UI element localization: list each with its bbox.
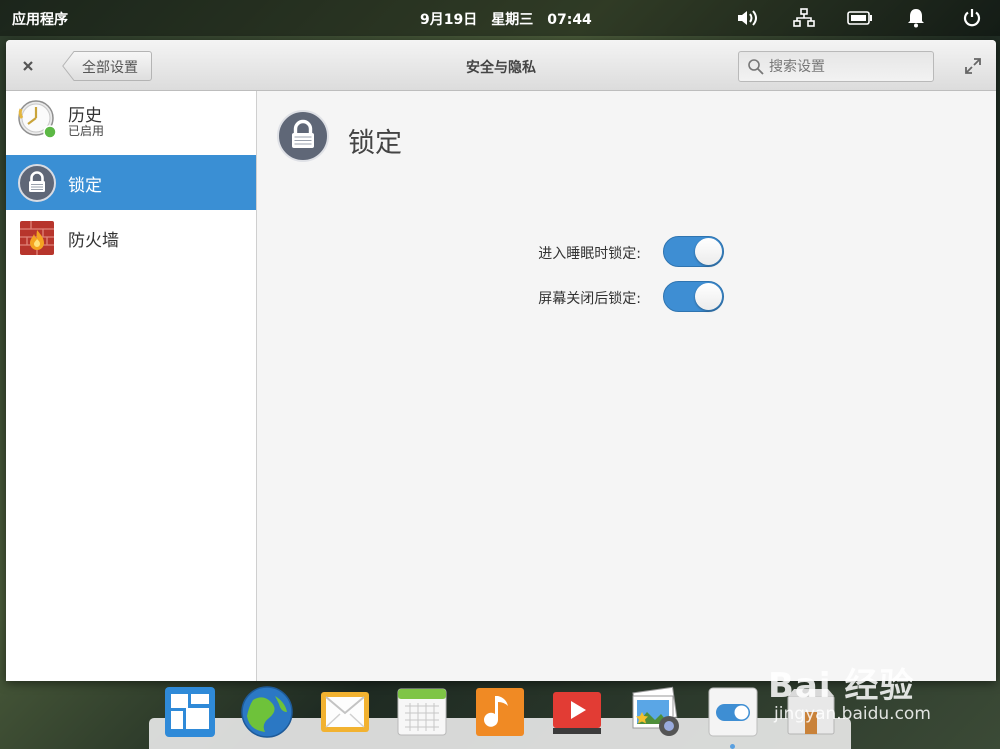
sidebar-item-label: 防火墙 [68, 231, 119, 251]
lock-on-screen-off-label: 屏幕关闭后锁定: [538, 291, 641, 307]
back-button[interactable]: 全部设置 [62, 51, 152, 81]
sidebar-item-history[interactable]: 历史 已启用 [6, 91, 256, 146]
top-panel: 应用程序 9月19日 星期三 07:44 [0, 0, 1000, 36]
search-icon [748, 59, 764, 75]
watermark: Bai 经验 jingyan.baidu.com [768, 640, 998, 730]
volume-icon[interactable] [720, 0, 776, 36]
sidebar: 历史 已启用 锁定 防火墙 [6, 91, 257, 681]
applications-menu[interactable]: 应用程序 [12, 9, 68, 29]
time-text: 07:44 [547, 12, 592, 28]
notification-bell-icon[interactable] [888, 0, 944, 36]
music-icon[interactable] [474, 686, 526, 738]
mail-icon[interactable] [319, 686, 371, 738]
maximize-icon [965, 58, 981, 74]
close-button[interactable] [18, 56, 38, 76]
network-icon[interactable] [776, 0, 832, 36]
sidebar-item-subtitle: 已启用 [68, 124, 105, 138]
photos-icon[interactable] [629, 686, 681, 738]
switch-knob [695, 238, 722, 265]
date-time-indicator[interactable]: 9月19日 星期三 07:44 [420, 9, 606, 29]
lock-icon [17, 163, 57, 203]
system-settings-icon[interactable] [707, 686, 759, 738]
close-icon [23, 61, 33, 71]
multitasking-view-icon[interactable] [164, 686, 216, 738]
window-title: 安全与隐私 [466, 60, 536, 76]
search-input[interactable] [769, 56, 929, 78]
power-icon[interactable] [944, 0, 1000, 36]
settings-window: 全部设置 安全与隐私 历史 已启用 [6, 40, 996, 681]
calendar-icon[interactable] [396, 686, 448, 738]
sidebar-item-lock[interactable]: 锁定 [6, 155, 256, 210]
sidebar-item-label: 锁定 [68, 176, 102, 196]
watermark-url: jingyan.baidu.com [774, 704, 931, 724]
web-browser-icon[interactable] [241, 686, 293, 738]
maximize-button[interactable] [964, 57, 982, 75]
sidebar-item-firewall[interactable]: 防火墙 [6, 210, 256, 265]
date-text: 9月19日 [420, 12, 478, 28]
clock-history-icon [17, 99, 57, 139]
pane-title: 锁定 [348, 128, 402, 159]
lock-on-sleep-switch[interactable] [663, 236, 724, 267]
header-bar: 全部设置 安全与隐私 [6, 40, 996, 91]
firewall-icon [17, 218, 57, 258]
lock-on-sleep-label: 进入睡眠时锁定: [538, 246, 641, 262]
battery-icon[interactable] [832, 0, 888, 36]
watermark-brand: Bai 经验 [768, 666, 915, 706]
lock-on-screen-off-switch[interactable] [663, 281, 724, 312]
weekday-text: 星期三 [491, 12, 534, 28]
system-tray [720, 0, 1000, 36]
switch-knob [695, 283, 722, 310]
running-indicator [730, 744, 735, 749]
lock-settings-pane: 锁定 进入睡眠时锁定: 屏幕关闭后锁定: [258, 91, 996, 681]
lock-icon [276, 109, 330, 163]
back-button-label: 全部设置 [82, 60, 138, 76]
videos-icon[interactable] [551, 686, 603, 738]
search-box[interactable] [738, 51, 934, 82]
